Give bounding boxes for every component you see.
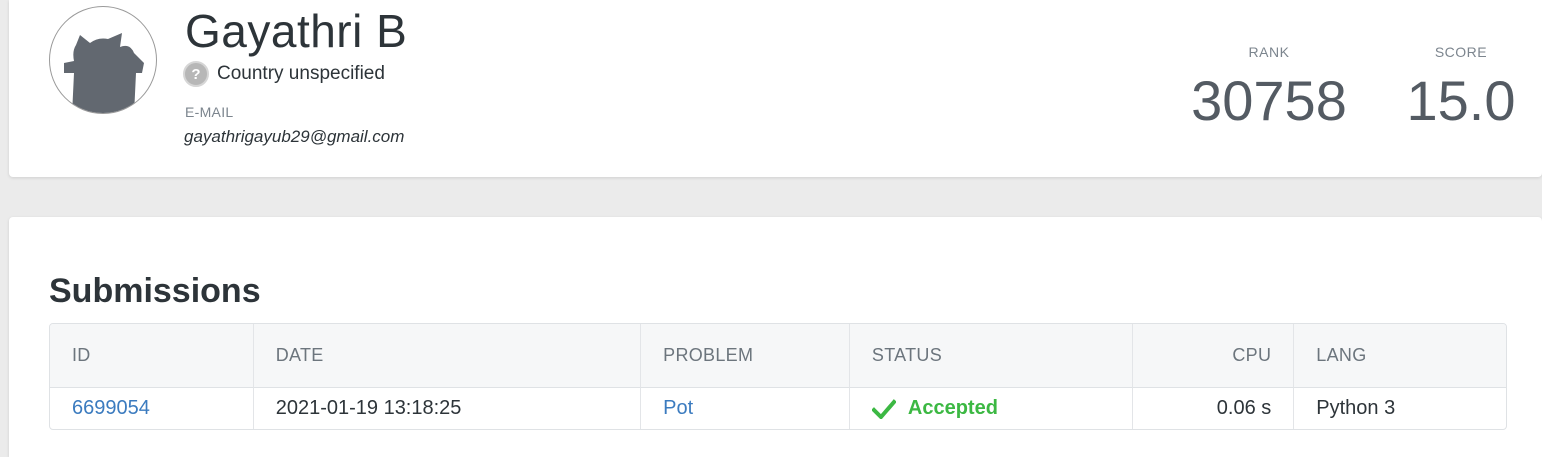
profile-header: Gayathri B ? Country unspecified E-MAIL … <box>9 0 1542 177</box>
cell-lang: Python 3 <box>1316 397 1396 419</box>
checkmark-icon <box>871 398 896 419</box>
score-value: 15.0 <box>1406 69 1516 132</box>
problem-link[interactable]: Pot <box>663 397 693 419</box>
submission-id-link[interactable]: 6699054 <box>72 397 150 419</box>
submissions-table: ID DATE PROBLEM STATUS CPU LANG 6699054 … <box>49 323 1507 430</box>
country-text: Country unspecified <box>217 63 385 84</box>
section-title: Submissions <box>49 272 261 310</box>
table-row: 6699054 2021-01-19 13:18:25 Pot Accepted… <box>50 388 1506 429</box>
cell-status: Accepted <box>850 388 1133 429</box>
status-text: Accepted <box>907 397 998 419</box>
column-header-id[interactable]: ID <box>50 324 254 388</box>
rank-label: RANK <box>1248 44 1290 60</box>
email-label: E-MAIL <box>185 104 234 120</box>
table-header-row: ID DATE PROBLEM STATUS CPU LANG <box>50 324 1506 388</box>
rank-stat: RANK 30758 <box>1183 44 1355 133</box>
cell-cpu: 0.06 s <box>1133 388 1295 429</box>
column-header-cpu[interactable]: CPU <box>1132 324 1295 388</box>
cell-date: 2021-01-19 13:18:25 <box>254 388 642 429</box>
rank-value: 30758 <box>1191 69 1347 132</box>
country-row: ? Country unspecified <box>183 60 385 88</box>
column-header-status[interactable]: STATUS <box>849 324 1133 388</box>
user-name: Gayathri B <box>185 5 408 57</box>
email-value: gayathrigayub29@gmail.com <box>184 127 405 146</box>
score-label: SCORE <box>1434 44 1488 60</box>
score-stat: SCORE 15.0 <box>1397 44 1525 133</box>
submissions-card: Submissions ID DATE PROBLEM STATUS CPU L… <box>9 217 1542 457</box>
cell-problem: Pot <box>641 388 850 429</box>
column-header-date[interactable]: DATE <box>253 324 642 388</box>
cell-id: 6699054 <box>50 388 254 429</box>
column-header-problem[interactable]: PROBLEM <box>641 324 850 388</box>
default-avatar-icon <box>64 33 144 113</box>
question-mark-icon: ? <box>183 61 209 87</box>
avatar <box>49 6 157 114</box>
column-header-lang[interactable]: LANG <box>1294 324 1506 388</box>
